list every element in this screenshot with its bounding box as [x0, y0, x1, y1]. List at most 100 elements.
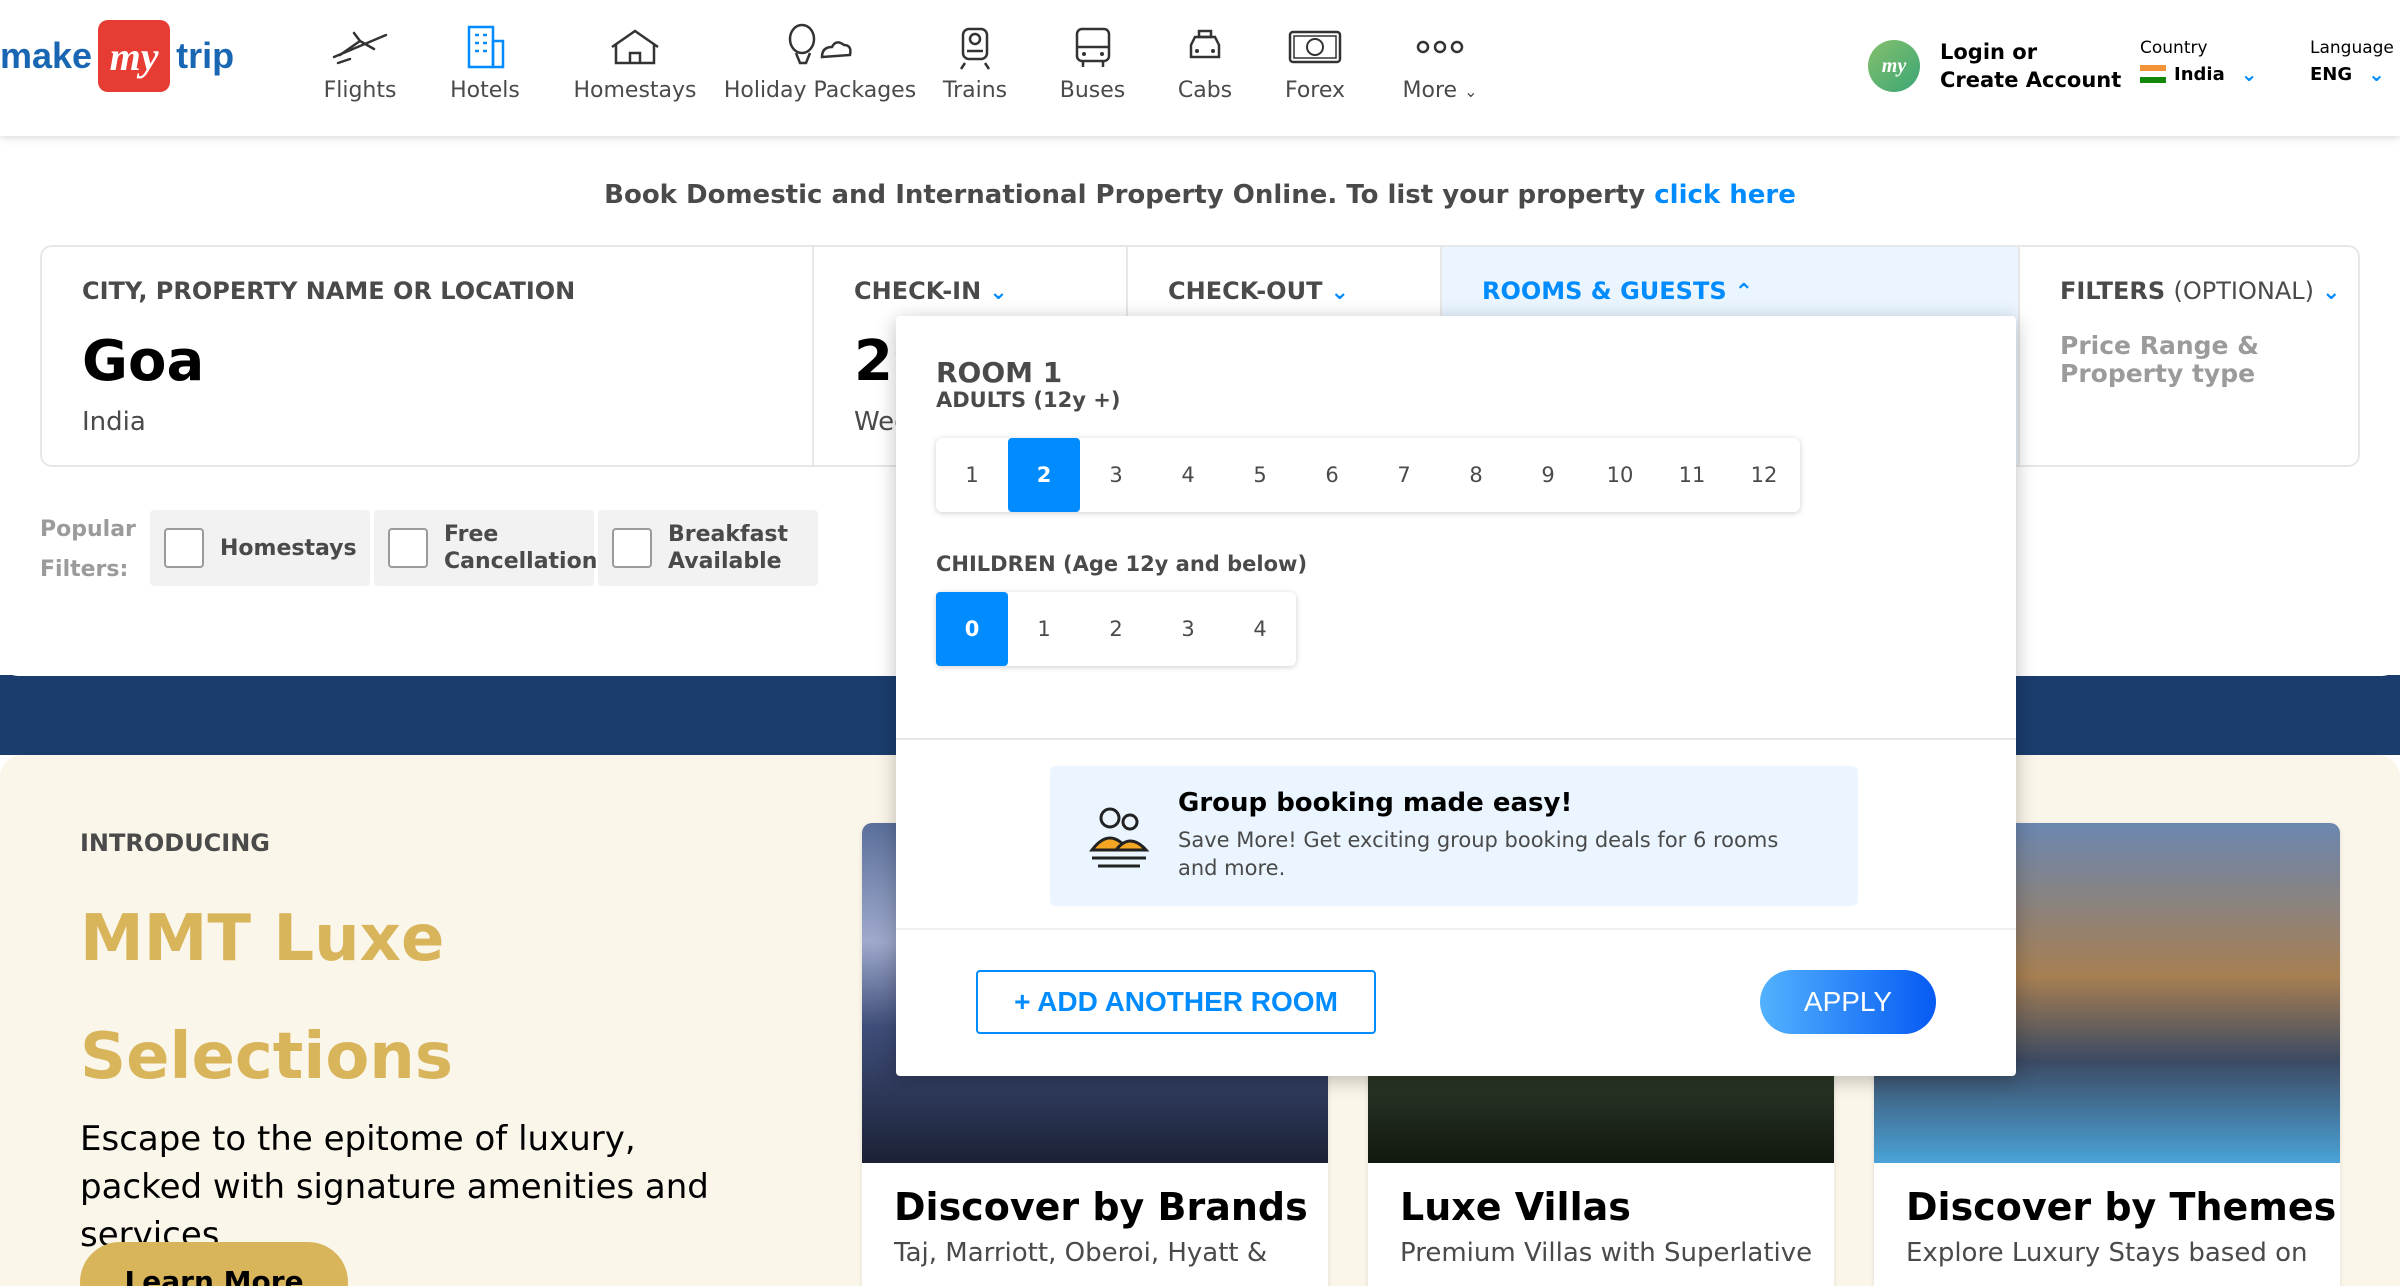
children-selector: 01234 [936, 592, 1296, 666]
adults-option-5[interactable]: 5 [1224, 438, 1296, 512]
children-option-3[interactable]: 3 [1152, 592, 1224, 666]
language-title: Language [2310, 38, 2394, 58]
city-value: Goa [82, 329, 205, 394]
india-flag-icon [2140, 65, 2166, 83]
logo-word-make: make [0, 35, 93, 76]
nav-label: Forex [1284, 78, 1346, 103]
chevron-down-icon: ⌄ [2322, 280, 2341, 305]
nav-flights[interactable]: Flights [300, 22, 420, 105]
adults-option-8[interactable]: 8 [1440, 438, 1512, 512]
room-title: ROOM 1 [936, 356, 1063, 389]
popular-line2: Filters: [40, 557, 129, 582]
language-value: ENG ⌄ [2310, 62, 2394, 86]
country-name: India [2174, 63, 2225, 85]
hotel-icon [463, 22, 507, 72]
nav-holiday-packages[interactable]: Holiday Packages [720, 22, 920, 105]
children-label: CHILDREN (Age 12y and below) [936, 552, 1308, 576]
bus-icon [1073, 22, 1113, 72]
apply-button[interactable]: APPLY [1760, 970, 1936, 1034]
notice-text: Book Domestic and International Property… [0, 180, 2400, 210]
city-country: India [82, 407, 146, 437]
checkbox[interactable] [164, 528, 204, 568]
filter-chip-homestays[interactable]: Homestays [150, 510, 370, 586]
checkbox[interactable] [388, 528, 428, 568]
makemytrip-logo[interactable]: make my trip [0, 20, 234, 92]
nav-cabs[interactable]: Cabs [1155, 22, 1255, 105]
children-option-2[interactable]: 2 [1080, 592, 1152, 666]
adults-selector: 1 2 3 4 5 6 7 8 9 10 11 12 [936, 438, 1800, 512]
nav-label: Trains [942, 78, 1008, 103]
filters-label: FILTERS (OPTIONAL) ⌄ [2060, 277, 2340, 305]
adults-option-6[interactable]: 6 [1296, 438, 1368, 512]
country-selector[interactable]: Country India ⌄ [2140, 38, 2257, 86]
checkout-label: CHECK-OUT ⌄ [1168, 277, 1349, 305]
chip-line1: Homestays [220, 535, 357, 561]
nav-more-text: More [1402, 78, 1458, 103]
divider [896, 738, 2016, 740]
adults-option-1[interactable]: 1 [936, 438, 1008, 512]
learn-more-button[interactable]: Learn More [80, 1242, 348, 1286]
rooms-guests-popup: ROOM 1 ADULTS (12y +) 1 2 3 4 5 6 7 8 9 10 11 12 CH… [896, 316, 2016, 1076]
filter-chip-breakfast[interactable]: Breakfast Available [598, 510, 818, 586]
checkbox[interactable] [612, 528, 652, 568]
card-title: Luxe Villas [1400, 1185, 1631, 1229]
more-dots-icon [1415, 22, 1465, 72]
nav-buses[interactable]: Buses [1030, 22, 1155, 105]
nav-trains[interactable]: Trains [920, 22, 1030, 105]
add-another-room-button[interactable]: + ADD ANOTHER ROOM [976, 970, 1376, 1034]
adults-option-12[interactable]: 12 [1728, 438, 1800, 512]
checkout-label-text: CHECK-OUT [1168, 277, 1323, 305]
adults-option-2[interactable]: 2 [1008, 438, 1080, 512]
avatar: my [1868, 40, 1920, 92]
nav-more[interactable]: More ⌄ [1375, 22, 1505, 105]
adults-option-3[interactable]: 3 [1080, 438, 1152, 512]
filter-chip-free-cancellation[interactable]: Free Cancellation [374, 510, 598, 586]
city-field[interactable]: CITY, PROPERTY NAME OR LOCATION Goa Indi… [42, 247, 814, 465]
chevron-down-icon: ⌄ [1330, 280, 1349, 305]
language-name: ENG [2310, 63, 2353, 85]
list-property-link[interactable]: click here [1654, 180, 1796, 210]
popular-filter-chips: Homestays Free Cancellation Breakfast Avai… [150, 510, 822, 586]
main-nav: Flights Hotels Homestays Holiday Package… [300, 22, 1505, 105]
filters-optional: (OPTIONAL) [2173, 277, 2315, 305]
adults-option-9[interactable]: 9 [1512, 438, 1584, 512]
chip-line2: Available [668, 549, 782, 574]
chevron-down-icon: ⌄ [1464, 82, 1478, 101]
login-button[interactable]: my Login or Create Account [1868, 38, 2121, 94]
group-booking-banner: Group booking made easy! Save More! Get … [1050, 766, 1858, 906]
chip-line1: Breakfast [668, 522, 789, 547]
rooms-label: ROOMS & GUESTS ⌃ [1482, 277, 1753, 305]
children-option-4[interactable]: 4 [1224, 592, 1296, 666]
card-title: Discover by Themes [1906, 1185, 2337, 1229]
children-option-0[interactable]: 0 [936, 592, 1008, 666]
adults-option-4[interactable]: 4 [1152, 438, 1224, 512]
adults-option-11[interactable]: 11 [1656, 438, 1728, 512]
chip-label: Homestays [220, 535, 357, 562]
card-subtitle: Taj, Marriott, Oberoi, Hyatt & [894, 1238, 1268, 1268]
cab-icon [1185, 22, 1225, 72]
checkin-label-text: CHECK-IN [854, 277, 982, 305]
nav-label: Buses [1059, 78, 1126, 103]
nav-homestays[interactable]: Homestays [550, 22, 720, 105]
nav-label: Flights [323, 78, 397, 103]
nav-label: Homestays [573, 78, 697, 103]
adults-option-10[interactable]: 10 [1584, 438, 1656, 512]
nav-forex[interactable]: Forex [1255, 22, 1375, 105]
chevron-down-icon: ⌄ [989, 280, 1008, 305]
forex-icon [1286, 22, 1344, 72]
chip-label: Breakfast Available [668, 521, 788, 575]
chip-line2: Cancellation [444, 549, 598, 574]
filters-label-text: FILTERS [2060, 277, 2166, 305]
children-option-1[interactable]: 1 [1008, 592, 1080, 666]
adults-label: ADULTS (12y +) [936, 388, 1121, 412]
checkin-label: CHECK-IN ⌄ [854, 277, 1008, 305]
nav-label: Hotels [450, 78, 520, 103]
group-title: Group booking made easy! [1178, 788, 1573, 818]
nav-hotels[interactable]: Hotels [420, 22, 550, 105]
group-subtitle: Save More! Get exciting group booking de… [1178, 828, 1779, 880]
card-subtitle: Explore Luxury Stays based on [1906, 1238, 2308, 1268]
language-selector[interactable]: Language ENG ⌄ [2310, 38, 2394, 86]
filters-field[interactable]: FILTERS (OPTIONAL) ⌄ Price Range & Proper… [2020, 247, 2360, 465]
adults-option-7[interactable]: 7 [1368, 438, 1440, 512]
popular-line1: Popular [40, 517, 136, 542]
